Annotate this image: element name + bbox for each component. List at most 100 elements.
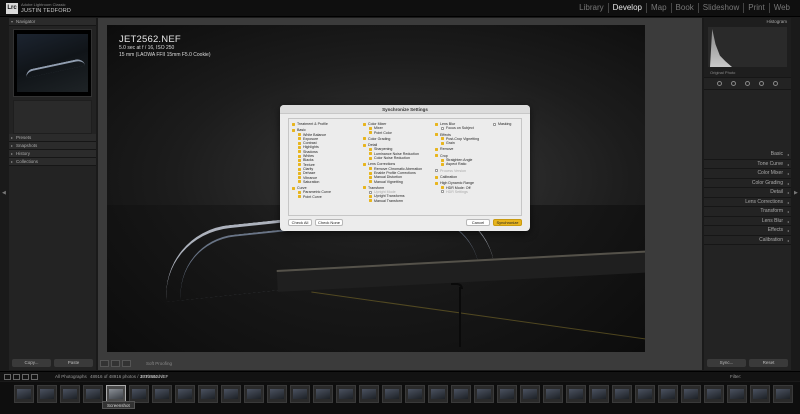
filmstrip-source[interactable]: All Photographs [55, 374, 87, 379]
checkbox-icon[interactable] [298, 154, 301, 158]
check-none-button[interactable]: Check None [315, 219, 343, 226]
option-basic[interactable]: Basic [292, 128, 306, 132]
filmstrip-thumbnail[interactable] [520, 385, 540, 403]
filmstrip-thumbnail[interactable] [474, 385, 494, 403]
checkbox-icon[interactable] [369, 148, 372, 152]
checkbox-icon[interactable] [441, 126, 444, 130]
option-lens-blur[interactable]: Lens Blur [435, 122, 455, 126]
checkbox-icon[interactable] [435, 148, 438, 152]
filmstrip-thumbnail[interactable] [221, 385, 241, 403]
checkbox-icon[interactable] [298, 146, 301, 150]
checkbox-icon[interactable] [292, 186, 295, 190]
filmstrip-thumbnail[interactable] [589, 385, 609, 403]
module-web[interactable]: Web [768, 3, 794, 13]
checkbox-icon[interactable] [369, 199, 372, 203]
panel-lens-corrections[interactable]: Lens Corrections [704, 198, 791, 207]
image-canvas[interactable]: JET2562.NEF 5.0 sec at f / 16, ISO 250 1… [98, 18, 702, 370]
filmstrip-thumbnail[interactable] [635, 385, 655, 403]
paste-button[interactable]: Paste [54, 359, 93, 367]
filmstrip-thumbnail[interactable] [704, 385, 724, 403]
checkbox-icon[interactable] [298, 176, 301, 180]
filmstrip-thumbnail[interactable] [244, 385, 264, 403]
checkbox-icon[interactable] [298, 171, 301, 175]
checkbox-icon[interactable] [441, 158, 444, 162]
checkbox-icon[interactable] [369, 180, 372, 184]
checkbox-icon[interactable] [369, 171, 372, 175]
option-high-dynamic-range[interactable]: High Dynamic Range [435, 181, 474, 185]
checkbox-icon[interactable] [435, 169, 438, 173]
loupe-view-icon[interactable] [100, 360, 109, 367]
filmstrip-thumbnail[interactable] [290, 385, 310, 403]
red-eye-tool-icon[interactable] [759, 81, 765, 86]
checkbox-icon[interactable] [363, 162, 366, 166]
checkbox-icon[interactable] [441, 162, 444, 166]
option-color-grading[interactable]: Color Grading [363, 137, 390, 141]
masking-tool-icon[interactable] [773, 81, 779, 86]
module-slideshow[interactable]: Slideshow [697, 3, 743, 13]
filmstrip-thumbnail[interactable] [773, 385, 793, 403]
left-panel-toggle-icon[interactable]: ◀ [2, 190, 6, 196]
filmstrip-thumbnail[interactable] [336, 385, 356, 403]
navigator-preview[interactable] [13, 29, 92, 97]
filmstrip-thumbnail[interactable] [543, 385, 563, 403]
checkbox-icon[interactable] [369, 175, 372, 179]
panel-color-mixer[interactable]: Color Mixer [704, 169, 791, 179]
checkbox-icon[interactable] [369, 195, 372, 199]
right-panel-toggle-icon[interactable]: ▶ [794, 190, 798, 196]
option-effects[interactable]: Effects [435, 133, 451, 137]
panel-effects[interactable]: Effects [704, 226, 791, 236]
checkbox-icon[interactable] [298, 150, 301, 154]
reset-button[interactable]: Reset [749, 359, 788, 367]
filmstrip-thumbnail[interactable] [267, 385, 287, 403]
module-book[interactable]: Book [670, 3, 698, 13]
checkbox-icon[interactable] [435, 133, 438, 137]
histogram-panel[interactable]: Histogram Original Photo [704, 18, 791, 78]
filmstrip-thumbnail[interactable] [382, 385, 402, 403]
checkbox-icon[interactable] [363, 137, 366, 141]
checkbox-icon[interactable] [298, 163, 301, 167]
checkbox-icon[interactable] [369, 156, 372, 160]
history-panel-header[interactable]: History [9, 150, 96, 158]
check-all-button[interactable]: Check All [288, 219, 312, 226]
checkbox-icon[interactable] [435, 175, 438, 179]
before-after-view-icon[interactable] [111, 360, 120, 367]
filmstrip-thumbnail[interactable] [428, 385, 448, 403]
filmstrip-thumbnail[interactable] [566, 385, 586, 403]
panel-lens-blur[interactable]: Lens Blur [704, 217, 791, 226]
filmstrip-thumbnail[interactable] [405, 385, 425, 403]
filmstrip-thumbnail[interactable] [313, 385, 333, 403]
original-photo-label[interactable]: Original Photo [710, 70, 735, 75]
back-icon[interactable] [22, 374, 29, 380]
grid-view-icon[interactable] [13, 374, 20, 380]
checkbox-icon[interactable] [292, 128, 295, 132]
copy-button[interactable]: Copy... [12, 359, 51, 367]
checkbox-icon[interactable] [298, 137, 301, 141]
option-curve[interactable]: Curve [292, 186, 307, 190]
module-print[interactable]: Print [743, 3, 768, 13]
option-process-version[interactable]: Process Version [435, 169, 466, 173]
panel-transform[interactable]: Transform [704, 207, 791, 217]
filmstrip-thumbnail[interactable] [175, 385, 195, 403]
filmstrip-thumbnail[interactable] [750, 385, 770, 403]
option-treatment-profile[interactable]: Treatment & Profile [292, 122, 328, 126]
checkbox-icon[interactable] [369, 152, 372, 156]
checkbox-icon[interactable] [298, 167, 301, 171]
sync-button[interactable]: Sync... [707, 359, 746, 367]
filmstrip[interactable] [0, 382, 800, 414]
checkbox-icon[interactable] [435, 154, 438, 158]
module-library[interactable]: Library [575, 3, 607, 13]
checkbox-icon[interactable] [363, 186, 366, 190]
checkbox-icon[interactable] [441, 186, 444, 190]
filmstrip-thumbnail[interactable] [359, 385, 379, 403]
filmstrip-thumbnail[interactable] [60, 385, 80, 403]
presets-panel-header[interactable]: Presets [9, 134, 96, 142]
option-color-mixer[interactable]: Color Mixer [363, 122, 386, 126]
filmstrip-thumbnail[interactable] [198, 385, 218, 403]
heal-tool-icon[interactable] [744, 81, 750, 86]
edit-tool-icon[interactable] [716, 81, 722, 86]
filmstrip-thumbnail[interactable] [152, 385, 172, 403]
filmstrip-thumbnail[interactable] [658, 385, 678, 403]
option-transform[interactable]: Transform [363, 186, 384, 190]
checkbox-icon[interactable] [493, 122, 496, 126]
panel-color-grading[interactable]: Color Grading [704, 179, 791, 188]
